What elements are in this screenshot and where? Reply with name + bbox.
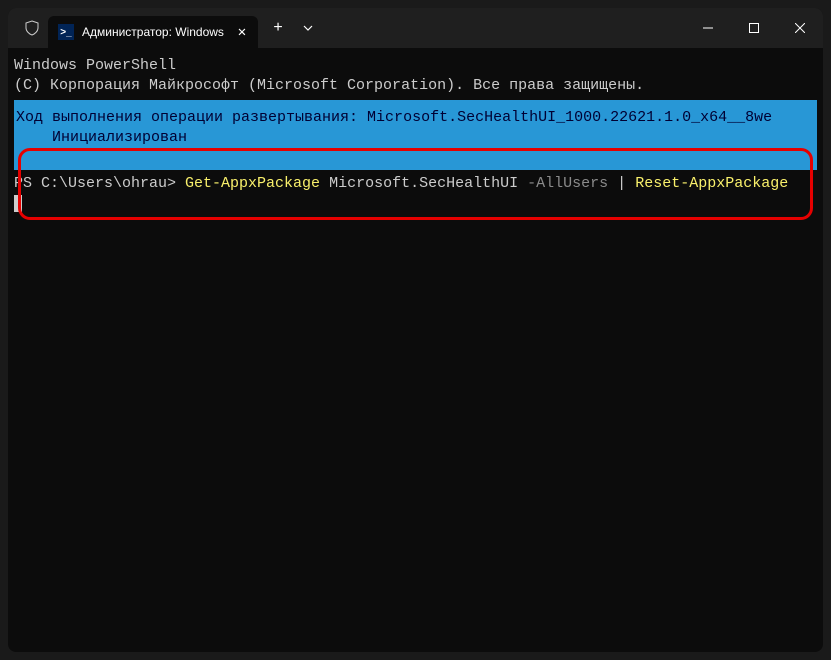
titlebar: >_ Администратор: Windows Po ✕ + xyxy=(8,8,823,48)
minimize-button[interactable] xyxy=(685,8,731,48)
cmdlet: Get-AppxPackage xyxy=(185,175,320,192)
prompt-prefix: PS C:\Users\ohrau> xyxy=(14,175,185,192)
close-window-button[interactable] xyxy=(777,8,823,48)
flag: -AllUsers xyxy=(527,175,608,192)
maximize-button[interactable] xyxy=(731,8,777,48)
prompt-line: PS C:\Users\ohrau> Get-AppxPackage Micro… xyxy=(14,174,817,194)
argument: Microsoft.SecHealthUI xyxy=(329,175,518,192)
tab-powershell[interactable]: >_ Администратор: Windows Po ✕ xyxy=(48,16,258,48)
terminal-output[interactable]: Windows PowerShell (C) Корпорация Майкро… xyxy=(8,48,823,652)
tab-title: Администратор: Windows Po xyxy=(82,25,226,39)
new-tab-button[interactable]: + xyxy=(262,12,294,44)
cursor xyxy=(14,195,22,212)
deployment-progress: Ход выполнения операции развертывания: M… xyxy=(14,100,817,170)
cmdlet: Reset-AppxPackage xyxy=(635,175,788,192)
output-line: Windows PowerShell xyxy=(14,56,817,76)
window-controls xyxy=(685,8,823,48)
terminal-window: >_ Администратор: Windows Po ✕ + xyxy=(8,8,823,652)
tab-close-button[interactable]: ✕ xyxy=(234,24,250,40)
pipe: | xyxy=(617,175,626,192)
cursor-line xyxy=(14,194,817,214)
output-line: (C) Корпорация Майкрософт (Microsoft Cor… xyxy=(14,76,817,96)
powershell-icon: >_ xyxy=(58,24,74,40)
progress-text-line2: Инициализирован xyxy=(16,129,187,146)
progress-text-line1: Ход выполнения операции развертывания: M… xyxy=(16,109,772,126)
shield-icon xyxy=(22,18,42,38)
tab-dropdown-button[interactable] xyxy=(294,12,322,44)
